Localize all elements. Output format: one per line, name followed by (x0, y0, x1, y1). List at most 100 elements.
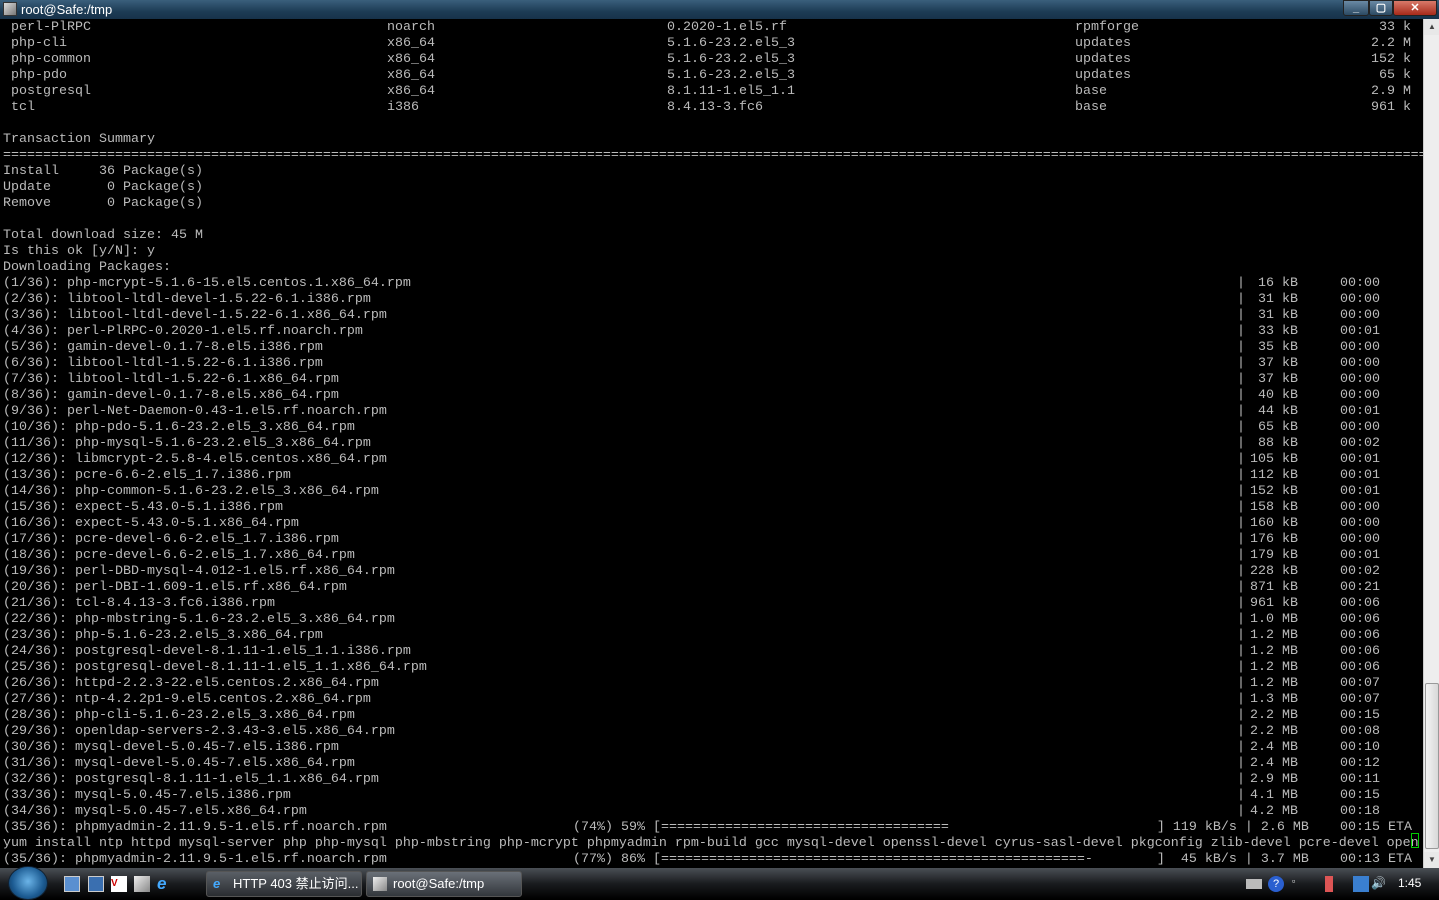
separator: | (1237, 404, 1245, 419)
maximize-button[interactable]: ▢ (1369, 0, 1393, 16)
download-size: 1.2 MB (1250, 628, 1298, 643)
putty-icon[interactable] (3, 2, 17, 16)
audio-app-icon[interactable] (1325, 876, 1333, 892)
download-size: 1.3 MB (1250, 692, 1298, 707)
package-name: php-cli (11, 36, 67, 51)
task-putty-window[interactable]: root@Safe:/tmp (366, 871, 522, 897)
window-titlebar[interactable]: root@Safe:/tmp _ ▢ ✕ (0, 0, 1439, 19)
download-file: (31/36): mysql-devel-5.0.45-7.el5.x86_64… (3, 756, 355, 771)
download-time: 00:10 (1340, 740, 1380, 755)
scroll-down-arrow-icon[interactable]: ▼ (1424, 852, 1439, 868)
clock[interactable]: 1:45 (1398, 876, 1421, 890)
package-row: php-cli x86_64 5.1.6-23.2.el5_3 updates 2.2 … (0, 36, 1423, 52)
package-repo: updates (1075, 36, 1131, 51)
download-time: 00:00 (1340, 388, 1380, 403)
download-file: (35/36): phpmyadmin-2.11.9.5-1.el5.rf.no… (3, 852, 387, 867)
start-button[interactable] (8, 866, 48, 900)
download-time: 00:00 (1340, 292, 1380, 307)
separator: | (1237, 340, 1245, 355)
download-row: (3/36): libtool-ltdl-devel-1.5.22-6.1.x8… (0, 308, 1423, 324)
download-row: (8/36): gamin-devel-0.1.7-8.el5.x86_64.r… (0, 388, 1423, 404)
close-button[interactable]: ✕ (1393, 0, 1437, 16)
download-size: 160 kB (1250, 516, 1298, 531)
task-ie-window[interactable]: e HTTP 403 禁止访问... (206, 871, 362, 897)
progress-bar: (74%) 59% [=============================… (573, 820, 1309, 835)
download-row: (21/36): tcl-8.4.13-3.fc6.i386.rpm | 961 k… (0, 596, 1423, 612)
restore-icon[interactable]: ▫ (1292, 876, 1308, 892)
download-file: (18/36): pcre-devel-6.6-2.el5_1.7.x86_64… (3, 548, 355, 563)
package-version: 0.2020-1.el5.rf (667, 20, 787, 35)
separator: | (1237, 580, 1245, 595)
separator: | (1237, 676, 1245, 691)
package-row: postgresql x86_64 8.1.11-1.el5_1.1 base 2.9 … (0, 84, 1423, 100)
package-repo: rpmforge (1075, 20, 1139, 35)
downloading-label: Downloading Packages: (3, 260, 171, 275)
minimize-button[interactable]: _ (1343, 0, 1369, 16)
download-row: (25/36): postgresql-devel-8.1.11-1.el5_1… (0, 660, 1423, 676)
download-row: (17/36): pcre-devel-6.6-2.el5_1.7.i386.r… (0, 532, 1423, 548)
download-file: (5/36): gamin-devel-0.1.7-8.el5.i386.rpm (3, 340, 323, 355)
download-file: (25/36): postgresql-devel-8.1.11-1.el5_1… (3, 660, 427, 675)
download-size: 2.4 MB (1250, 740, 1298, 755)
download-time: 00:00 (1340, 516, 1380, 531)
package-size: 961 k (1371, 100, 1411, 115)
download-file: (11/36): php-mysql-5.1.6-23.2.el5_3.x86_… (3, 436, 371, 451)
volume-icon[interactable]: 🔊 (1371, 876, 1387, 892)
confirm-prompt: Is this ok [y/N]: y (3, 244, 155, 259)
download-file: (6/36): libtool-ltdl-1.5.22-6.1.i386.rpm (3, 356, 323, 371)
download-size: 65 kB (1258, 420, 1298, 435)
download-time: 00:12 (1340, 756, 1380, 771)
download-size: 871 kB (1250, 580, 1298, 595)
download-size: 16 kB (1258, 276, 1298, 291)
download-time: 00:11 (1340, 772, 1380, 787)
package-arch: x86_64 (387, 84, 435, 99)
scrollbar[interactable]: ▲ ▼ (1423, 19, 1439, 868)
download-size: 1.2 MB (1250, 660, 1298, 675)
help-icon[interactable]: ? (1268, 876, 1284, 892)
network-icon[interactable] (1353, 876, 1369, 892)
download-file: (1/36): php-mcrypt-5.1.6-15.el5.centos.1… (3, 276, 411, 291)
download-size: 1.2 MB (1250, 676, 1298, 691)
progress-row: (35/36): phpmyadmin-2.11.9.5-1.el5.rf.no… (0, 852, 1423, 868)
download-size: 158 kB (1250, 500, 1298, 515)
keyboard-icon[interactable] (1246, 879, 1262, 889)
separator: | (1237, 564, 1245, 579)
download-row: (31/36): mysql-devel-5.0.45-7.el5.x86_64… (0, 756, 1423, 772)
download-file: (28/36): php-cli-5.1.6-23.2.el5_3.x86_64… (3, 708, 355, 723)
download-file: (33/36): mysql-5.0.45-7.el5.i386.rpm (3, 788, 291, 803)
download-eta: 00:15 ETA (1340, 820, 1412, 835)
package-size: 2.2 M (1371, 36, 1411, 51)
scrollbar-thumb[interactable] (1425, 683, 1439, 849)
ie-icon[interactable]: e (157, 875, 173, 892)
separator: | (1237, 772, 1245, 787)
package-row: php-common x86_64 5.1.6-23.2.el5_3 updates 1… (0, 52, 1423, 68)
separator: | (1237, 612, 1245, 627)
download-file: (34/36): mysql-5.0.45-7.el5.x86_64.rpm (3, 804, 307, 819)
summary-line: Install 36 Package(s) (3, 164, 203, 179)
download-file: (12/36): libmcrypt-2.5.8-4.el5.centos.x8… (3, 452, 387, 467)
download-file: (35/36): phpmyadmin-2.11.9.5-1.el5.rf.no… (3, 820, 387, 835)
separator: | (1237, 500, 1245, 515)
download-size: 228 kB (1250, 564, 1298, 579)
separator: | (1237, 548, 1245, 563)
terminal-output[interactable]: perl-PlRPC noarch 0.2020-1.el5.rf rpmforge 3… (0, 19, 1423, 868)
download-row: (23/36): php-5.1.6-23.2.el5_3.x86_64.rpm… (0, 628, 1423, 644)
putty-icon[interactable] (134, 876, 150, 892)
download-row: (33/36): mysql-5.0.45-7.el5.i386.rpm | 4.1… (0, 788, 1423, 804)
download-file: (15/36): expect-5.43.0-5.1.i386.rpm (3, 500, 283, 515)
switch-windows-icon[interactable] (88, 876, 104, 892)
command-line: yum install ntp httpd mysql-server php p… (3, 836, 1419, 851)
show-desktop-icon[interactable] (64, 876, 80, 892)
download-row: (29/36): openldap-servers-2.3.43-3.el5.x… (0, 724, 1423, 740)
download-file: (8/36): gamin-devel-0.1.7-8.el5.x86_64.r… (3, 388, 339, 403)
scroll-up-arrow-icon[interactable]: ▲ (1424, 19, 1439, 35)
download-row: (4/36): perl-PlRPC-0.2020-1.el5.rf.noarc… (0, 324, 1423, 340)
download-eta: 00:13 ETA (1340, 852, 1412, 867)
window-title: root@Safe:/tmp (21, 2, 113, 17)
vc-app-icon[interactable]: V (111, 876, 127, 892)
package-size: 65 k (1379, 68, 1411, 83)
summary-heading: Transaction Summary (0, 132, 1423, 148)
separator: | (1237, 804, 1245, 819)
download-time: 00:02 (1340, 436, 1380, 451)
package-size: 152 k (1371, 52, 1411, 67)
